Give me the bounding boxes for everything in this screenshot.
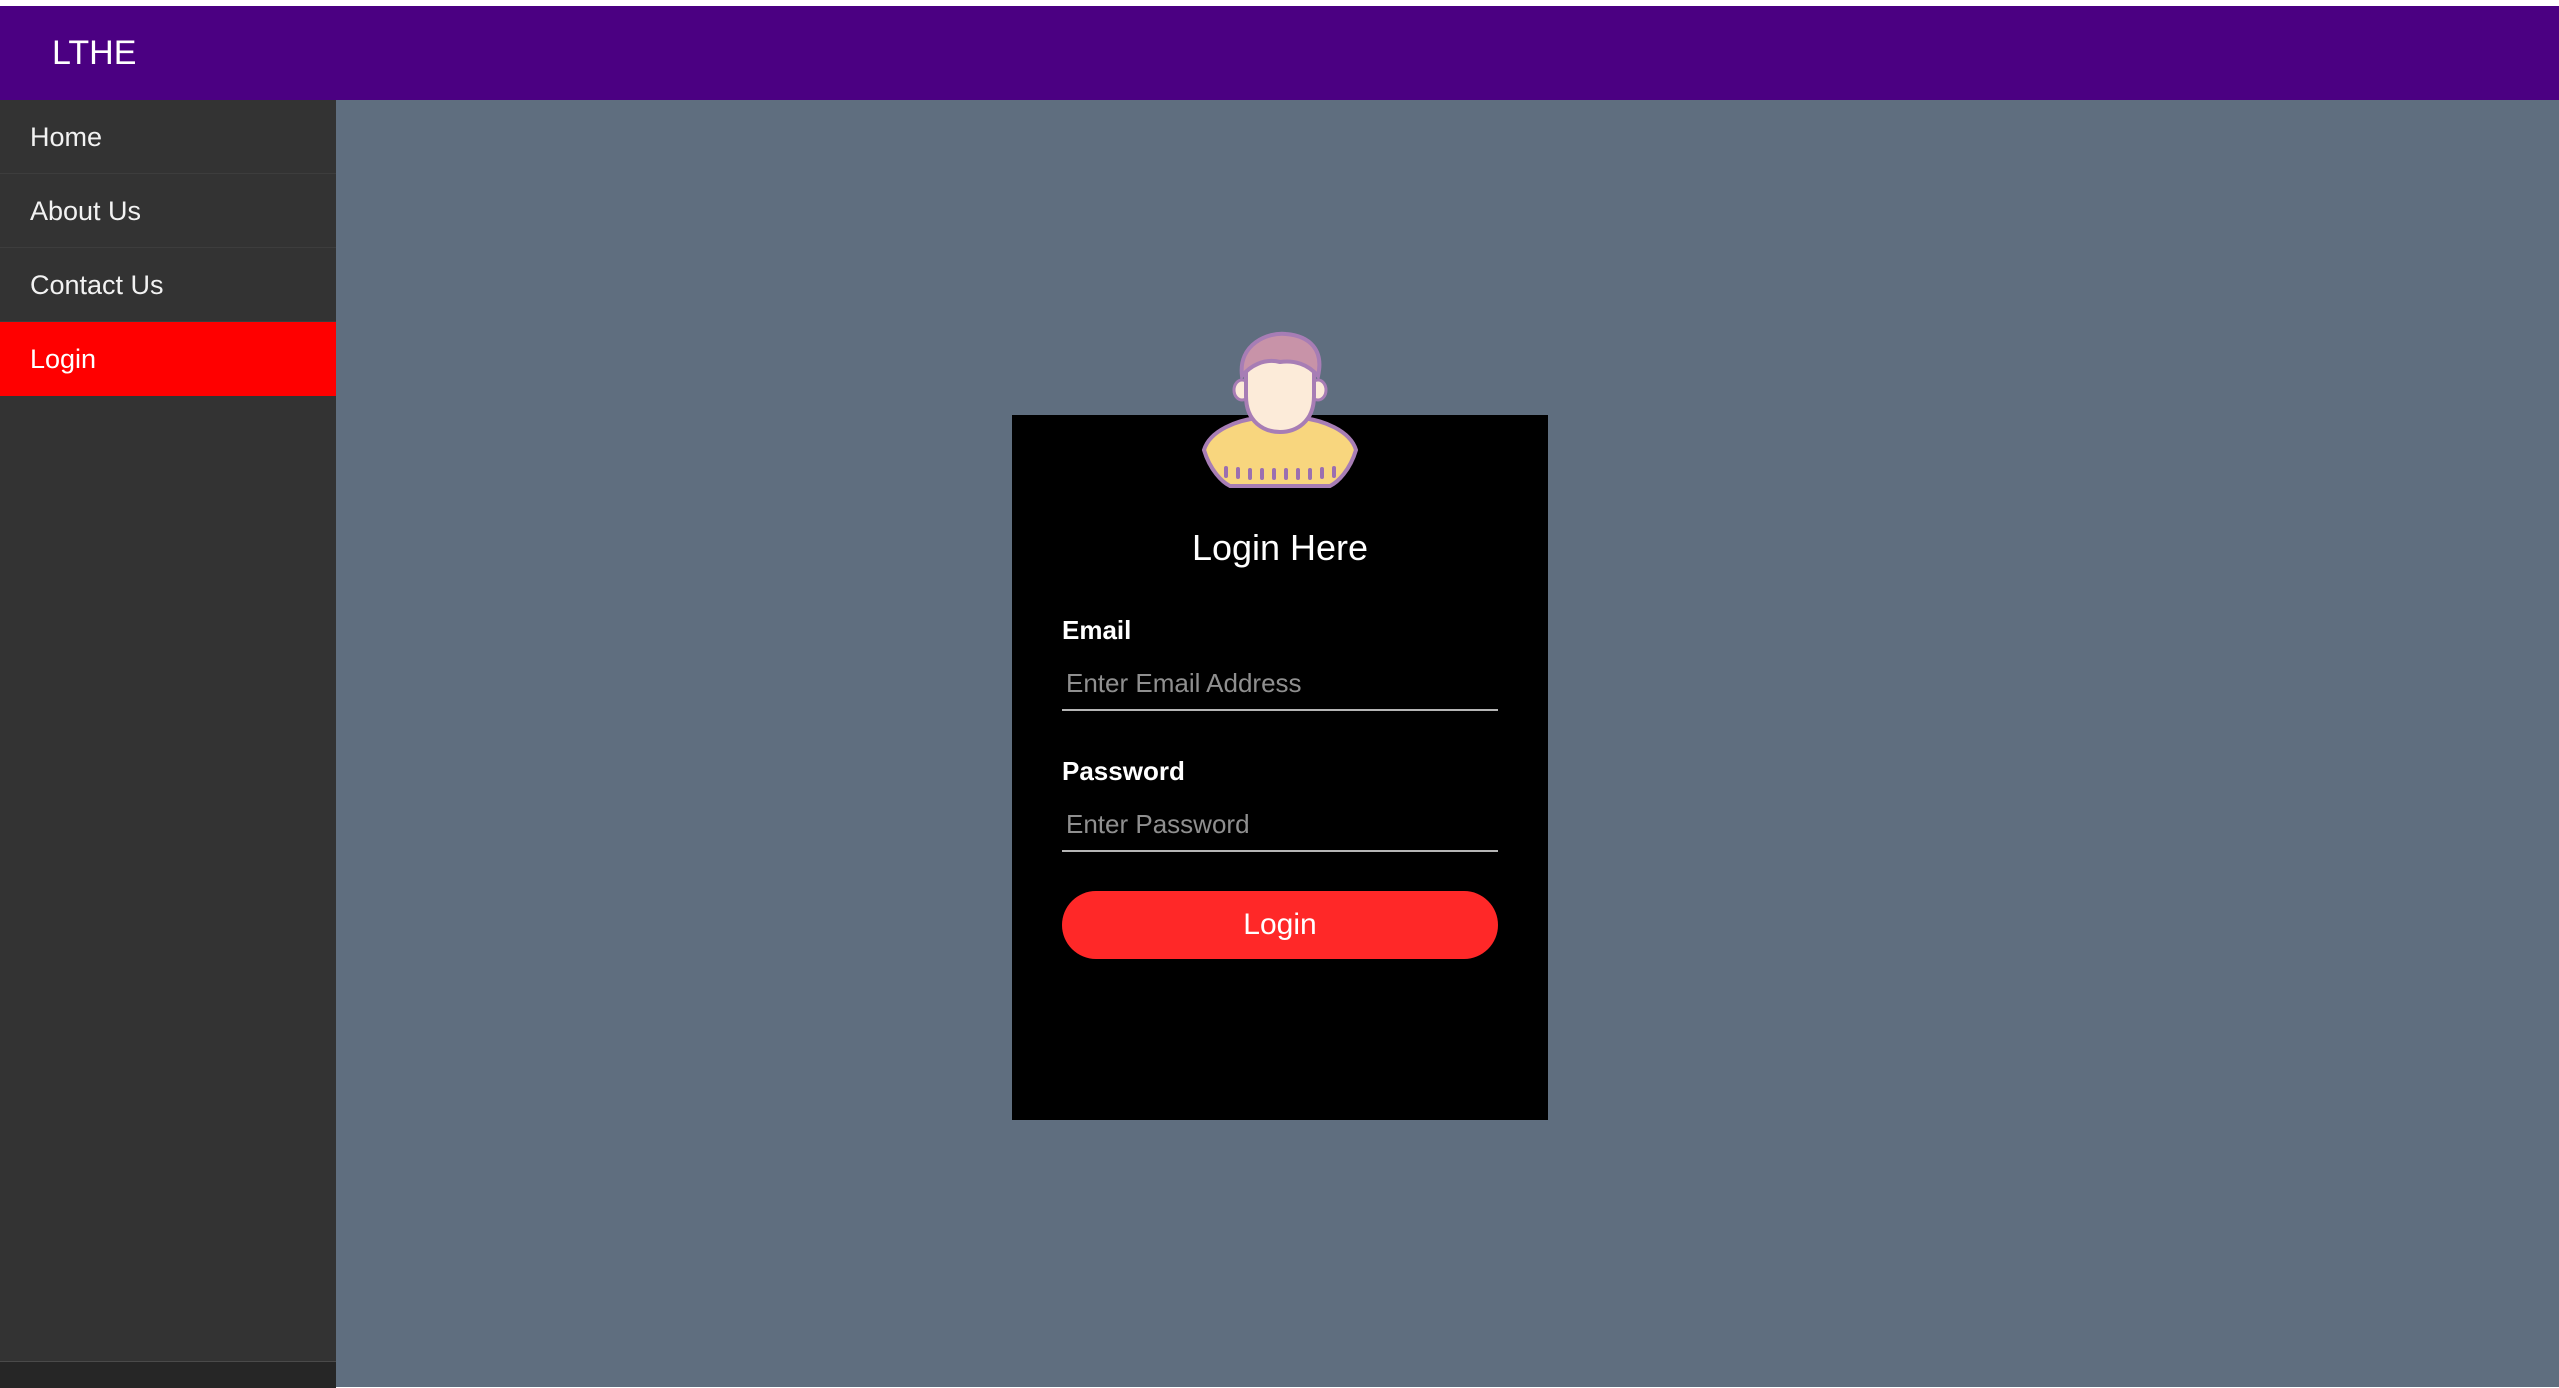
email-label: Email	[1062, 615, 1132, 645]
sidebar-item-contact-us[interactable]: Contact Us	[0, 248, 336, 322]
sidebar-footer	[0, 1361, 336, 1388]
login-title: Login Here	[1191, 527, 1369, 568]
user-avatar-icon	[1198, 330, 1362, 490]
brand-logo-text[interactable]: LTHE	[52, 6, 136, 100]
login-button[interactable]: Login	[1062, 891, 1498, 959]
sidebar-item-about-us[interactable]: About Us	[0, 174, 336, 248]
sidebar: Home About Us Contact Us Login	[0, 100, 336, 1387]
password-field[interactable]	[1062, 798, 1498, 852]
password-label: Password	[1062, 756, 1185, 786]
top-navbar: LTHE	[0, 6, 2559, 100]
sidebar-item-home[interactable]: Home	[0, 100, 336, 174]
sidebar-item-login[interactable]: Login	[0, 322, 336, 396]
login-card: Login Here Email Password Login	[1012, 415, 1548, 1120]
email-field[interactable]	[1062, 657, 1498, 711]
